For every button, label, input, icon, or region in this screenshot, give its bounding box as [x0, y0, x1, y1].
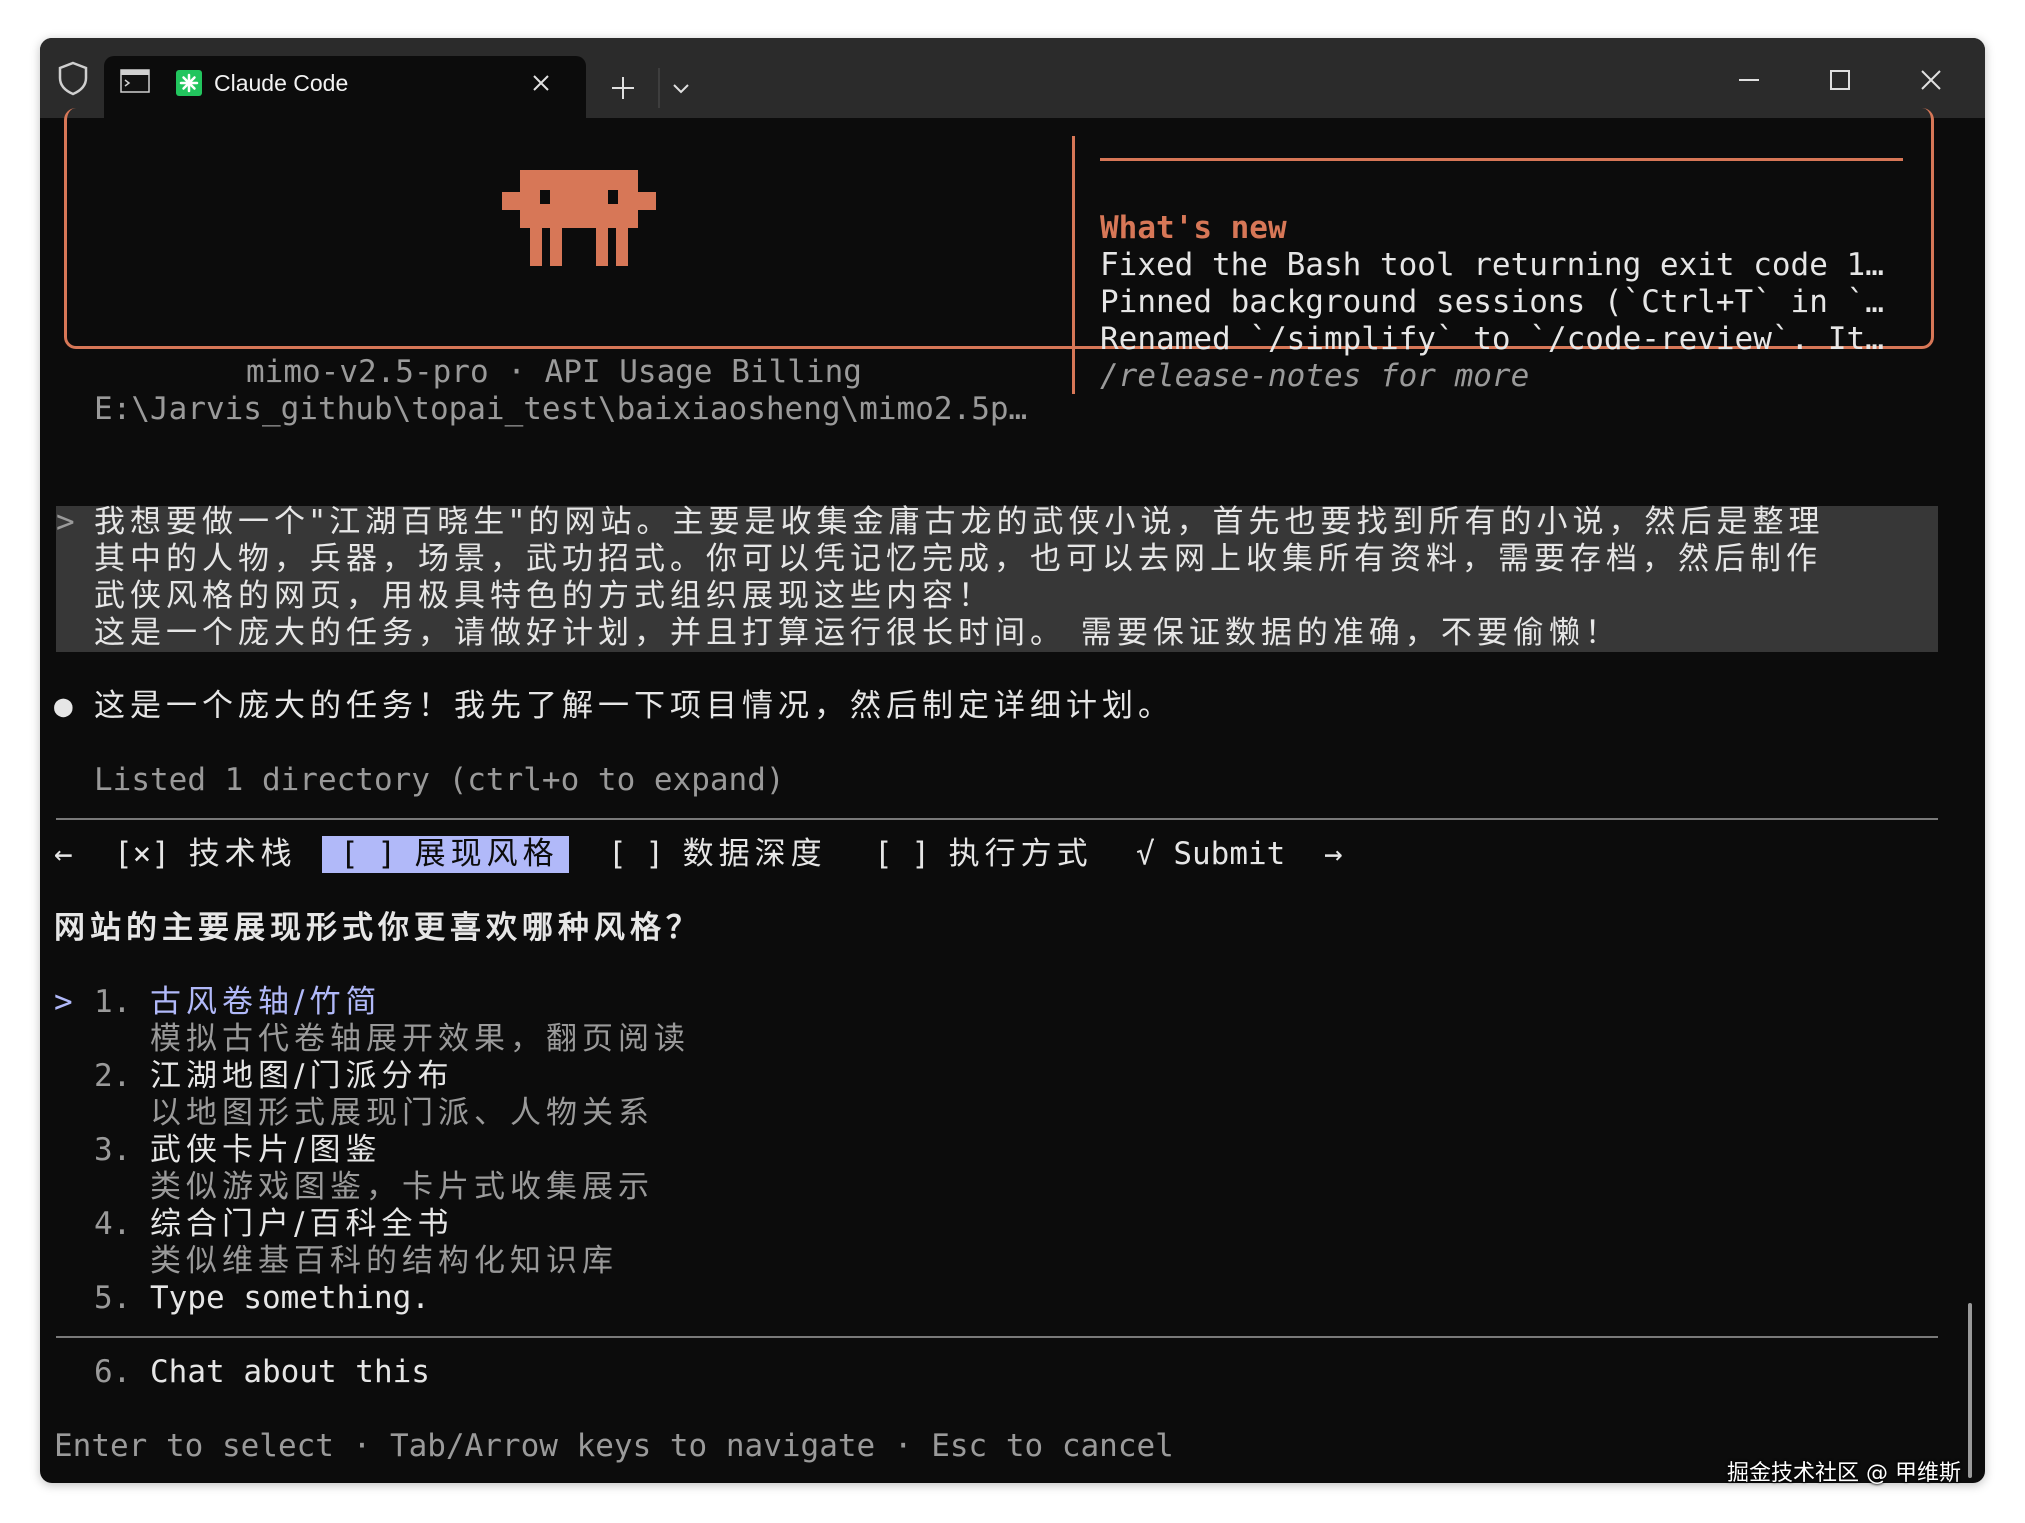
tab-label: 数据深度 [682, 836, 827, 872]
titlebar-separator [658, 68, 660, 108]
tab-label: 执行方式 [948, 836, 1093, 872]
option-description: 类似维基百科的结构化知识库 [150, 1243, 618, 1279]
watermark: 掘金技术社区 @ 甲维斯 [1727, 1461, 1961, 1486]
claude-code-app-icon [176, 70, 202, 96]
user-prompt-line: 我想要做一个"江湖百晓生"的网站。主要是收集金庸古龙的武侠小说，首先也要找到所有… [94, 504, 1825, 540]
option-number: 1. [94, 984, 132, 1020]
tab-checkbox: [ ] [608, 836, 664, 872]
option-number: 6. [94, 1354, 132, 1390]
keyboard-hints: Enter to select · Tab/Arrow keys to navi… [54, 1428, 1174, 1464]
option-item-4[interactable]: 4. 综合门户/百科全书 [94, 1206, 453, 1243]
option-item-6[interactable]: 6. Chat about this [94, 1354, 430, 1391]
terminal-icon [120, 69, 150, 93]
option-number: 5. [94, 1280, 132, 1316]
tab-label: 技术栈 [188, 836, 297, 872]
claude-mascot-icon [502, 170, 656, 266]
option-item-3[interactable]: 3. 武侠卡片/图鉴 [94, 1132, 381, 1169]
terminal-content[interactable]: mimo-v2.5-pro · API Usage Billing E:\Jar… [40, 108, 1985, 1483]
user-prompt-line: 武侠风格的网页，用极具特色的方式组织展现这些内容！ [94, 578, 994, 614]
whats-new-title: What's new [1100, 210, 1287, 246]
option-item-2[interactable]: 2. 江湖地图/门派分布 [94, 1058, 453, 1095]
option-number: 2. [94, 1058, 132, 1094]
option-label: Chat about this [150, 1354, 430, 1390]
option-description: 类似游戏图鉴，卡片式收集展示 [150, 1169, 654, 1205]
submit-check-icon: √ [1136, 836, 1155, 872]
tab-checkbox: [ ] [340, 836, 396, 872]
divider [56, 818, 1938, 820]
shield-icon[interactable] [56, 60, 90, 96]
option-number: 3. [94, 1132, 132, 1168]
tab-data-depth[interactable]: [ ] 数据深度 [608, 836, 827, 873]
option-number: 4. [94, 1206, 132, 1242]
divider [56, 1336, 1938, 1338]
option-description: 模拟古代卷轴展开效果，翻页阅读 [150, 1021, 690, 1057]
minimize-icon[interactable] [1735, 66, 1763, 94]
whats-new-rule [1100, 158, 1903, 161]
question-text: 网站的主要展现形式你更喜欢哪种风格？ [54, 910, 702, 946]
tab-label: 展现风格 [414, 836, 559, 872]
user-prompt-line: 这是一个庞大的任务，请做好计划，并且打算运行很长时间。 需要保证数据的准确，不要… [94, 615, 1621, 651]
assistant-message: 这是一个庞大的任务！我先了解一下项目情况，然后制定详细计划。 [94, 688, 1174, 724]
tab-checkbox: [×] [114, 836, 170, 872]
option-cursor: > [54, 984, 73, 1020]
user-prompt-line: 其中的人物，兵器，场景，武功招式。你可以凭记忆完成，也可以去网上收集所有资料，需… [94, 541, 1822, 577]
tabs-right-arrow[interactable]: → [1324, 836, 1343, 873]
option-label: 古风卷轴/竹简 [150, 984, 382, 1020]
option-item-5[interactable]: 5. Type something. [94, 1280, 430, 1317]
option-item-1[interactable]: 1. 古风卷轴/竹简 [94, 984, 381, 1021]
close-window-icon[interactable] [1917, 66, 1945, 94]
option-label: Type something. [150, 1280, 430, 1316]
release-notes-link[interactable]: /release-notes for more [1100, 358, 1529, 395]
title-bar: Claude Code [40, 38, 1985, 118]
maximize-icon[interactable] [1826, 66, 1854, 94]
tab-checkbox: [ ] [874, 836, 930, 872]
release-note: Pinned background sessions (`Ctrl+T` in … [1100, 284, 1884, 320]
option-description: 以地图形式展现门派、人物关系 [150, 1095, 654, 1131]
option-label: 综合门户/百科全书 [150, 1206, 454, 1242]
scrollbar[interactable] [1968, 1303, 1972, 1478]
tab-close-icon[interactable] [528, 70, 554, 96]
option-label: 江湖地图/门派分布 [150, 1058, 454, 1094]
prompt-marker: > [56, 504, 75, 540]
tool-result[interactable]: Listed 1 directory (ctrl+o to expand) [94, 762, 785, 799]
release-note: Renamed `/simplify` to `/code-review`. I… [1100, 321, 1884, 357]
working-directory: E:\Jarvis_github\topai_test\baixiaosheng… [94, 391, 1028, 427]
terminal-window: Claude Code mimo-v2.5-pro · API Usage Bi… [40, 38, 1985, 1483]
tab-tech-stack[interactable]: [×] 技术栈 [114, 836, 297, 873]
tab-title: Claude Code [214, 70, 349, 96]
model-billing-line: mimo-v2.5-pro · API Usage Billing [246, 354, 862, 390]
assistant-bullet: ● [54, 688, 73, 724]
tab-presentation-style[interactable]: [ ] 展现风格 [322, 836, 569, 873]
tab-submit[interactable]: √ Submit [1136, 836, 1285, 873]
release-note: Fixed the Bash tool returning exit code … [1100, 247, 1884, 283]
tabs-left-arrow[interactable]: ← [54, 836, 73, 873]
tab-execution-mode[interactable]: [ ] 执行方式 [874, 836, 1093, 873]
welcome-divider [1072, 136, 1075, 394]
new-tab-plus-icon[interactable] [609, 74, 637, 102]
submit-label: Submit [1173, 836, 1286, 872]
option-label: 武侠卡片/图鉴 [150, 1132, 382, 1168]
chevron-down-icon[interactable] [670, 78, 692, 100]
